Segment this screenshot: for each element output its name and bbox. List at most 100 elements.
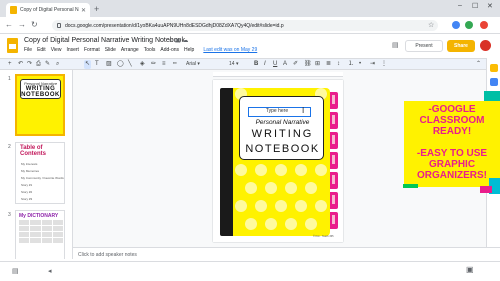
reload-icon[interactable]: ↻ [31,20,38,29]
slide-thumbnail-3[interactable]: My DICTIONARY [15,210,65,259]
comment-icon[interactable]: ▤ [392,41,399,49]
shape-icon[interactable]: ◯ [117,60,124,69]
line-icon[interactable]: ╲ [128,60,132,69]
menu-slide[interactable]: Slide [105,47,116,53]
add-slide-icon[interactable]: + [8,60,12,69]
keep-icon[interactable] [490,64,498,72]
menu-format[interactable]: Format [84,47,100,53]
promo-line: ORGANIZERS! [417,170,487,181]
thumb2-heading: Table of Contents [20,145,46,157]
menu-tools[interactable]: Tools [144,47,156,53]
underline-icon[interactable]: U [273,60,277,69]
filmstrip-view-icon[interactable]: ◂ [48,267,52,275]
slides-header: Copy of Digital Personal Narrative Writi… [0,34,500,58]
grid-view-icon[interactable]: ▤ [12,267,19,275]
extension-icon[interactable] [465,21,473,29]
collapse-toolbar-icon[interactable]: ⌃ [476,60,481,69]
binder-spine [220,88,233,236]
slides-logo-icon[interactable] [7,38,18,53]
numbered-list-icon[interactable]: ⒈ [348,60,354,69]
bookmark-star-icon[interactable]: ☆ [428,21,434,29]
extension-icon[interactable] [452,21,460,29]
back-icon[interactable]: ← [5,20,13,29]
main-slide[interactable]: Type here I Personal Narrative WRITING N… [213,80,343,242]
menu-view[interactable]: View [51,47,62,53]
tasks-icon[interactable] [490,78,498,86]
star-folder-icons[interactable]: ☆ ▣ ☁ [168,37,188,44]
speaker-notes[interactable]: Click to add speaker notes [73,247,500,261]
slide-thumbnail-1[interactable]: Personal Narrative WRITING NOTEBOOK [15,74,65,136]
text-color-icon[interactable]: A [283,60,287,69]
indent-icon[interactable]: ⇥ [370,60,375,69]
last-edit-link[interactable]: Last edit was on May 29 [203,47,257,53]
comment-add-icon[interactable]: ⊞ [315,60,320,69]
browser-tab-bar: Copy of Digital Personal Narrati... ✕ + … [0,0,500,17]
promo-line: GRAPHIC [428,159,476,170]
profile-avatar[interactable] [480,21,488,29]
font-value: Arial [186,61,197,67]
url-bar[interactable]: docs.google.com/presentation/d/1yoBKa4uu… [52,20,438,31]
menu-file[interactable]: File [24,47,32,53]
border-weight-icon[interactable]: ≡ [162,60,166,69]
select-icon[interactable]: ↖ [84,60,92,69]
browser-tab[interactable]: Copy of Digital Personal Narrati... ✕ [6,3,90,17]
slide-filmstrip: 1 Personal Narrative WRITING NOTEBOOK 2 … [0,70,73,259]
share-button[interactable]: Share [447,40,475,52]
divider-tabs [330,90,339,235]
close-window-icon[interactable]: ✕ [487,2,493,10]
menu-arrange[interactable]: Arrange [121,47,139,53]
share-label: Share [454,43,468,49]
promo-line: -EASY TO USE [416,148,488,159]
font-select[interactable]: Arial ▾ [186,60,224,69]
slide-number: 1 [8,76,11,82]
fill-color-icon[interactable]: ◈ [140,60,145,69]
highlight-icon[interactable]: ✐ [293,60,298,69]
promo-line: CLASSROOM [419,115,485,126]
print-icon[interactable]: ⎙ [36,60,41,69]
forward-icon[interactable]: → [18,20,26,29]
explore-icon[interactable]: ▣ [466,265,474,274]
url-text: docs.google.com/presentation/d/1yoBKa4uu… [65,22,284,29]
avatar[interactable] [480,40,491,51]
image-icon[interactable]: ▨ [106,60,112,69]
close-tab-icon[interactable]: ✕ [81,7,86,14]
menu-insert[interactable]: Insert [66,47,79,53]
slide-thumbnail-2[interactable]: Table of Contents My Interests My Memori… [15,142,65,204]
menu-help[interactable]: Help [184,47,194,53]
maximize-icon[interactable]: ☐ [472,2,478,10]
notebook-cover[interactable]: Type here I Personal Narrative WRITING N… [233,88,330,236]
menu-edit[interactable]: Edit [37,47,46,53]
decorative-block [403,184,418,188]
link-icon[interactable]: ⛓ [304,60,312,69]
toc-item: Story #1 [21,183,33,187]
italic-icon[interactable]: I [264,60,266,69]
border-dash-icon[interactable]: ┅ [173,60,177,69]
more-icon[interactable]: ⋮ [381,60,387,69]
credit-text: © Kim · Teach 365 [313,235,334,238]
cover-line2: NOTEBOOK [245,143,320,155]
title-box[interactable]: Type here I Personal Narrative WRITING N… [239,96,324,160]
font-size-select[interactable]: 14 ▾ [229,60,247,69]
present-button[interactable]: Present [405,40,443,52]
line-spacing-icon[interactable]: ↕ [337,60,340,69]
paint-format-icon[interactable]: ✎ [45,60,50,69]
document-title[interactable]: Copy of Digital Personal Narrative Writi… [24,37,185,44]
border-color-icon[interactable]: ✏ [151,60,156,69]
minimize-icon[interactable]: – [458,2,462,9]
toc-item: My Interests [21,162,38,166]
slide-number: 2 [8,144,11,150]
text-cursor-icon: I [302,106,305,115]
type-here-textbox[interactable]: Type here [251,107,303,116]
redo-icon[interactable]: ↷ [27,60,32,69]
decorative-block [480,186,492,193]
align-icon[interactable]: ≣ [326,60,331,69]
dictionary-grid [19,220,63,243]
textbox-icon[interactable]: T [95,60,99,69]
bold-icon[interactable]: B [254,60,258,69]
undo-icon[interactable]: ↶ [18,60,23,69]
new-tab-button[interactable]: + [94,4,99,14]
zoom-icon[interactable]: ⌕ [56,60,59,69]
bottom-bar: ▤ ◂ ▣ [0,261,500,281]
menu-addons[interactable]: Add-ons [160,47,179,53]
bulleted-list-icon[interactable]: • [359,60,361,69]
